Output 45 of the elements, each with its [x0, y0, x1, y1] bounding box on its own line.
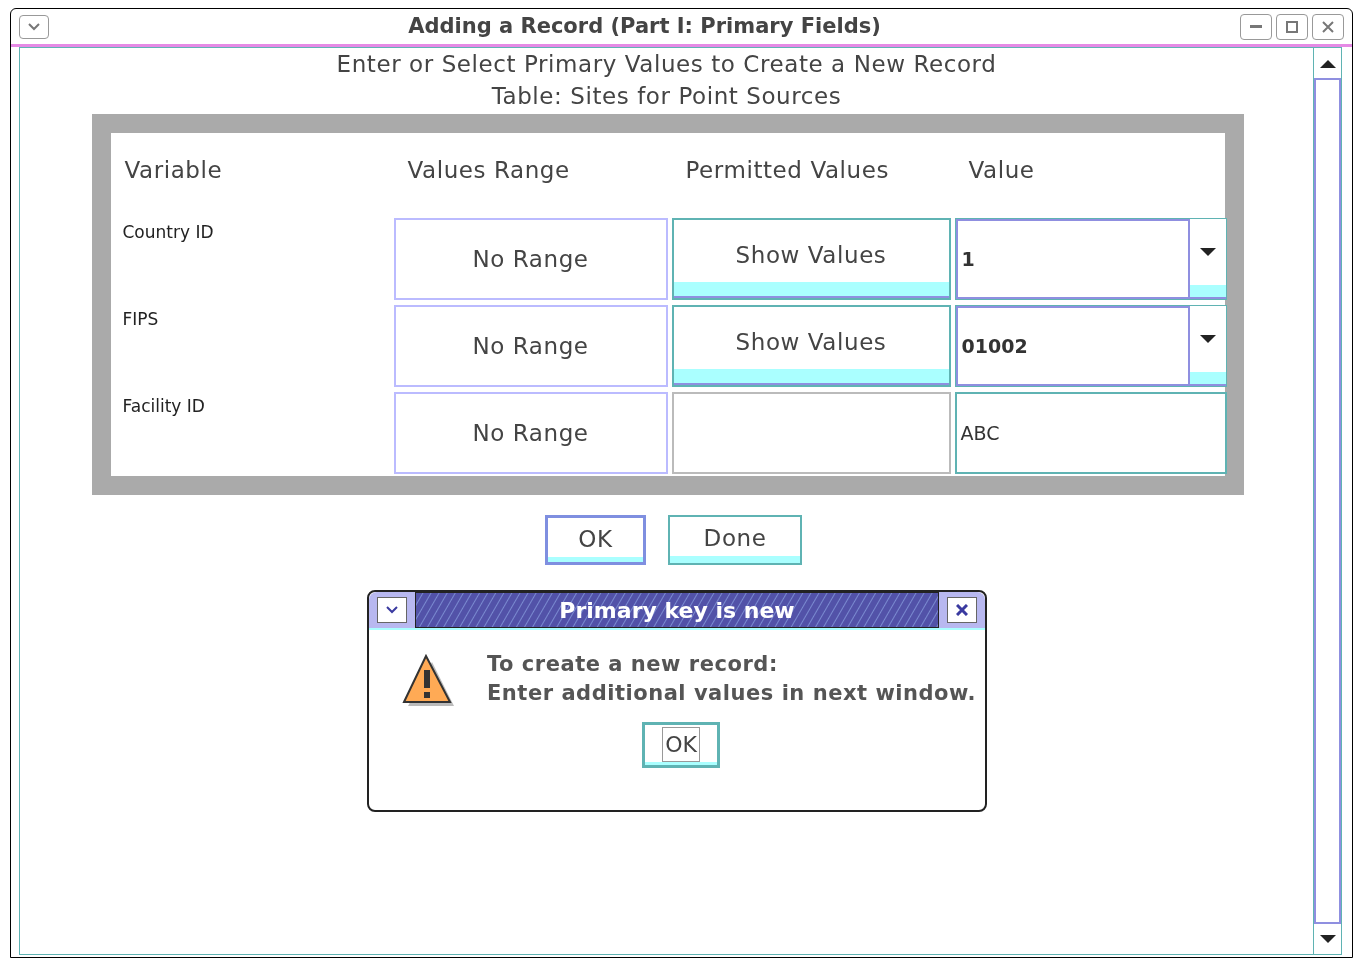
column-header: Variable — [123, 156, 224, 185]
range-cell: No Range — [393, 305, 668, 387]
show-values-button[interactable]: Show Values — [671, 218, 951, 300]
arrow-button-highlight — [1189, 285, 1226, 299]
value-input[interactable]: ABC — [954, 392, 1227, 474]
done-button[interactable]: Done — [668, 515, 802, 565]
column-header: Value — [967, 156, 1036, 185]
close-icon[interactable] — [956, 604, 968, 616]
dialog-menu-button[interactable] — [377, 597, 407, 623]
maximize-icon[interactable] — [1286, 20, 1298, 33]
variable-label: Facility ID — [122, 396, 205, 416]
scroll-down-icon[interactable] — [1319, 934, 1336, 944]
dropdown-arrow-icon[interactable] — [1198, 334, 1217, 344]
value-text: 1 — [961, 246, 975, 272]
heading-text: Table: Sites for Point Sources — [491, 82, 842, 111]
show-values-button[interactable]: Show Values — [671, 305, 951, 387]
column-header: Values Range — [406, 156, 571, 185]
scroll-up-icon[interactable] — [1319, 58, 1336, 68]
heading-text: Enter or Select Primary Values to Create a New Record — [336, 50, 997, 79]
chevron-down-icon[interactable] — [385, 605, 399, 615]
column-header: Permitted Values — [684, 156, 890, 185]
range-cell: No Range — [393, 218, 668, 300]
dialog-message: Enter additional values in next window. — [487, 680, 977, 707]
dialog-message: To create a new record: — [487, 651, 779, 678]
value-dropdown[interactable]: 1 — [954, 218, 1227, 300]
chevron-down-icon[interactable] — [27, 21, 41, 32]
value-text: 01002 — [961, 333, 1028, 359]
window-menu-button[interactable] — [19, 14, 49, 39]
warning-icon — [402, 652, 454, 706]
range-cell: No Range — [393, 392, 668, 474]
close-icon[interactable] — [1322, 20, 1334, 33]
minimize-icon[interactable] — [1250, 24, 1262, 29]
variable-label: Country ID — [122, 222, 214, 242]
value-dropdown[interactable]: 01002 — [954, 305, 1227, 387]
window-title: Adding a Record (Part I: Primary Fields) — [407, 12, 882, 40]
dialog-ok-button[interactable]: OK — [642, 722, 720, 768]
close-button[interactable] — [1312, 13, 1344, 40]
arrow-button-highlight — [1189, 372, 1226, 386]
dialog-close-button[interactable] — [947, 597, 977, 623]
dropdown-arrow-icon[interactable] — [1198, 247, 1217, 257]
variable-label: FIPS — [122, 309, 159, 329]
dialog-title: Primary key is new — [559, 596, 795, 625]
maximize-button[interactable] — [1276, 13, 1308, 40]
ok-button[interactable]: OK — [545, 515, 646, 565]
minimize-button[interactable] — [1240, 13, 1272, 40]
